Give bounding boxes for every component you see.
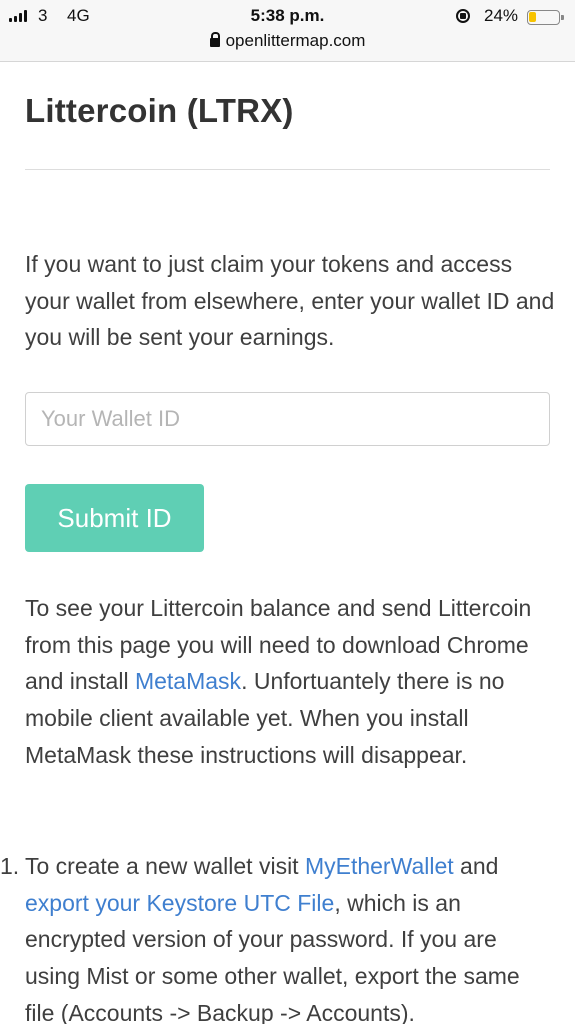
step-1-text-b: and bbox=[453, 853, 499, 879]
address-bar[interactable]: openlittermap.com bbox=[0, 31, 575, 51]
myetherwallet-link[interactable]: MyEtherWallet bbox=[305, 853, 454, 879]
title-divider bbox=[25, 169, 550, 170]
step-1-text: To create a new wallet visit MyEtherWall… bbox=[25, 848, 555, 1024]
page-title: Littercoin (LTRX) bbox=[25, 92, 294, 129]
balance-instructions: To see your Littercoin balance and send … bbox=[25, 590, 560, 774]
battery-percentage: 24% bbox=[484, 6, 519, 25]
submit-id-button[interactable]: Submit ID bbox=[25, 484, 204, 552]
browser-status-bar: 3 4G 5:38 p.m. 24% openlittermap.com bbox=[0, 0, 575, 62]
status-row: 3 4G 5:38 p.m. 24% bbox=[0, 4, 575, 28]
url-text: openlittermap.com bbox=[225, 31, 366, 50]
wallet-id-input[interactable] bbox=[25, 392, 550, 446]
battery-level-fill bbox=[529, 12, 536, 22]
step-1-text-a: To create a new wallet visit bbox=[25, 853, 305, 879]
rotation-lock-icon bbox=[456, 9, 470, 23]
battery-icon bbox=[527, 10, 564, 25]
page: 3 4G 5:38 p.m. 24% openlittermap.com Lit… bbox=[0, 0, 575, 1024]
metamask-link[interactable]: MetaMask bbox=[135, 668, 241, 694]
intro-text: If you want to just claim your tokens an… bbox=[25, 251, 555, 351]
step-number: 1. bbox=[0, 853, 20, 879]
export-keystore-link[interactable]: export your Keystore UTC File bbox=[25, 890, 334, 916]
padlock-icon bbox=[209, 32, 220, 47]
